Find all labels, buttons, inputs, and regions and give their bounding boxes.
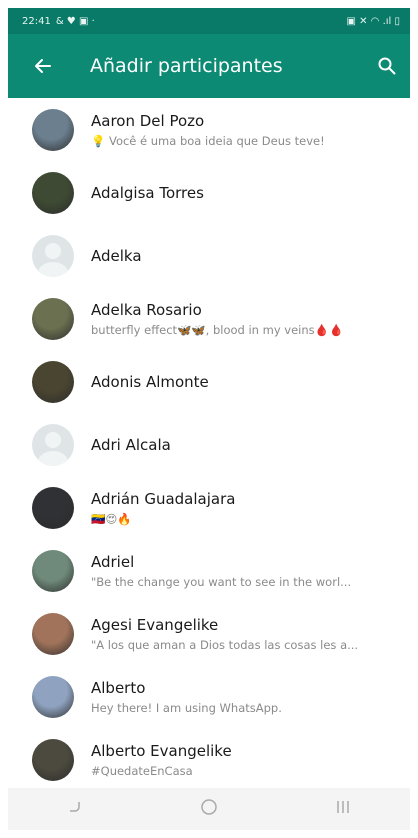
contact-avatar	[32, 675, 74, 718]
contact-status: 💡 Você é uma boa ideia que Deus teve!	[91, 133, 325, 148]
system-icons: ▣ ✕ ◠ .ıl ▯	[346, 15, 400, 27]
status-time: 22:41	[22, 15, 51, 27]
contact-name: Adelka Rosario	[91, 300, 202, 319]
contact-row[interactable]: Adri Alcala	[8, 413, 410, 476]
contact-row[interactable]: Adelka Rosario butterfly effect🦋🦋, blood …	[8, 287, 410, 350]
contact-name: Adonis Almonte	[91, 372, 209, 391]
app-bar: Añadir participantes	[8, 34, 410, 98]
contact-status: 🇻🇪😍🔥	[91, 511, 132, 526]
contact-row[interactable]: Adrián Guadalajara 🇻🇪😍🔥	[8, 476, 410, 539]
contact-avatar	[32, 171, 74, 214]
system-nav-bar	[8, 788, 410, 830]
default-avatar-icon	[32, 234, 74, 277]
back-nav-icon[interactable]	[65, 797, 85, 821]
contact-name: Adri Alcala	[91, 435, 171, 454]
contact-row[interactable]: Alberto Evangelike #QuedateEnCasa	[8, 728, 410, 791]
contact-status: "Be the change you want to see in the wo…	[91, 574, 352, 589]
contact-status: "A los que aman a Dios todas las cosas l…	[91, 637, 359, 652]
contact-status: Hey there! I am using WhatsApp.	[91, 700, 282, 715]
contact-status: #QuedateEnCasa	[91, 763, 193, 778]
contact-texts: Adriel "Be the change you want to see in …	[91, 553, 410, 589]
contact-texts: Alberto Hey there! I am using WhatsApp.	[91, 679, 410, 715]
contact-texts: Adri Alcala	[91, 436, 410, 454]
contact-avatar	[32, 486, 74, 529]
contact-avatar	[32, 108, 74, 151]
contact-status: butterfly effect🦋🦋, blood in my veins🩸🩸	[91, 322, 344, 337]
recents-nav-icon[interactable]	[333, 797, 353, 821]
contact-row[interactable]: Adonis Almonte	[8, 350, 410, 413]
contact-texts: Aaron Del Pozo 💡 Você é uma boa ideia que…	[91, 112, 410, 148]
contact-row[interactable]: Alberto Hey there! I am using WhatsApp.	[8, 665, 410, 728]
contact-avatar	[32, 549, 74, 592]
search-icon[interactable]	[374, 53, 400, 79]
contact-name: Agesi Evangelike	[91, 615, 219, 634]
contact-name: Adrián Guadalajara	[91, 489, 236, 508]
contact-row[interactable]: Aaron Del Pozo 💡 Você é uma boa ideia que…	[8, 98, 410, 161]
contact-row[interactable]: Adelka	[8, 224, 410, 287]
contact-row[interactable]: Agesi Evangelike "A los que aman a Dios t…	[8, 602, 410, 665]
contact-name: Alberto	[91, 678, 146, 697]
contact-avatar	[32, 738, 74, 781]
contact-avatar	[32, 612, 74, 655]
contact-list: Aaron Del Pozo 💡 Você é uma boa ideia que…	[8, 98, 410, 791]
phone-screen: 22:41 & ♥ ▣ · ▣ ✕ ◠ .ıl ▯ Añadir partici…	[8, 8, 410, 830]
contact-texts: Adelka Rosario butterfly effect🦋🦋, blood …	[91, 301, 410, 337]
contact-texts: Agesi Evangelike "A los que aman a Dios t…	[91, 616, 410, 652]
home-nav-icon[interactable]	[199, 797, 219, 821]
contact-row[interactable]: Adriel "Be the change you want to see in …	[8, 539, 410, 602]
notification-icons: & ♥ ▣ ·	[55, 15, 95, 27]
contact-row[interactable]: Adalgisa Torres	[8, 161, 410, 224]
contact-avatar	[32, 360, 74, 403]
contact-name: Adelka	[91, 246, 142, 265]
contact-name: Aaron Del Pozo	[91, 111, 205, 130]
contact-name: Alberto Evangelike	[91, 741, 232, 760]
contact-avatar	[32, 297, 74, 340]
page-title: Añadir participantes	[90, 55, 283, 77]
status-bar: 22:41 & ♥ ▣ · ▣ ✕ ◠ .ıl ▯	[8, 8, 410, 34]
contact-texts: Adonis Almonte	[91, 373, 410, 391]
contact-name: Adriel	[91, 552, 135, 571]
back-arrow-icon[interactable]	[30, 53, 56, 79]
default-avatar-icon	[32, 423, 74, 466]
contact-texts: Adrián Guadalajara 🇻🇪😍🔥	[91, 490, 410, 526]
contact-texts: Adalgisa Torres	[91, 184, 410, 202]
contact-texts: Alberto Evangelike #QuedateEnCasa	[91, 742, 410, 778]
contact-name: Adalgisa Torres	[91, 183, 204, 202]
contact-texts: Adelka	[91, 247, 410, 265]
